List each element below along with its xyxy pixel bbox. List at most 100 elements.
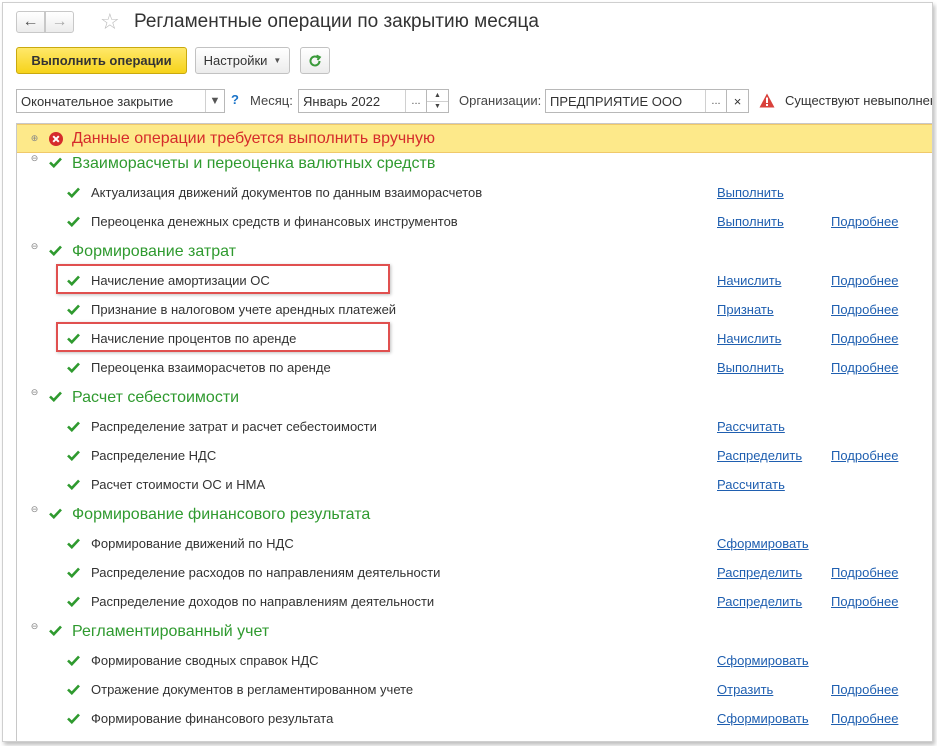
- checkmark-icon: [67, 684, 80, 695]
- error-circle-icon: [49, 132, 63, 146]
- checkmark-icon: [67, 304, 80, 315]
- operation-action-link[interactable]: Сформировать: [717, 653, 809, 668]
- forward-button[interactable]: →: [45, 11, 74, 33]
- main-window: ← → ☆ Регламентные операции по закрытию …: [2, 2, 933, 742]
- operation-label: Распределение доходов по направлениям де…: [91, 594, 435, 609]
- checkmark-icon: [49, 157, 62, 168]
- help-icon[interactable]: ?: [231, 92, 239, 107]
- group-label: Формирование финансового результата: [72, 506, 371, 523]
- checkmark-icon: [67, 450, 80, 461]
- operation-label: Распределение НДС: [91, 448, 217, 463]
- group-label: Регламентированный учет: [72, 623, 270, 640]
- operation-action-link[interactable]: Рассчитать: [717, 419, 785, 434]
- operation-row: Отражение документов в регламентированно…: [17, 682, 932, 711]
- operation-row: Переоценка денежных средств и финансовых…: [17, 214, 932, 243]
- dropdown-arrow-icon[interactable]: ▼: [205, 90, 224, 112]
- operation-action-link[interactable]: Начислить: [717, 273, 781, 288]
- arrow-left-icon: ←: [22, 13, 39, 30]
- operation-action-link[interactable]: Распределить: [717, 448, 802, 463]
- settings-button[interactable]: Настройки ▼: [195, 47, 290, 74]
- details-link[interactable]: Подробнее: [831, 273, 898, 288]
- operation-label: Переоценка взаиморасчетов по аренде: [91, 360, 331, 375]
- details-link[interactable]: Подробнее: [831, 331, 898, 346]
- checkmark-icon: [49, 245, 62, 256]
- operation-action-link[interactable]: Начислить: [717, 331, 781, 346]
- operation-action-link[interactable]: Рассчитать: [717, 477, 785, 492]
- operation-group[interactable]: ⊖ Регламентированный учет: [17, 622, 932, 652]
- details-link[interactable]: Подробнее: [831, 360, 898, 375]
- organization-field[interactable]: ПРЕДПРИЯТИЕ ООО ...: [545, 89, 727, 113]
- operation-action-link[interactable]: Сформировать: [717, 536, 809, 551]
- operation-group[interactable]: ⊖ Формирование финансового результата: [17, 505, 932, 535]
- closing-mode-select[interactable]: Окончательное закрытие ▼: [16, 89, 225, 113]
- checkmark-icon: [67, 567, 80, 578]
- operation-row: Формирование сводных справок НДС Сформиро…: [17, 653, 932, 682]
- details-link[interactable]: Подробнее: [831, 711, 898, 726]
- checkmark-icon: [67, 596, 80, 607]
- stepper-down-icon[interactable]: ▼: [427, 102, 448, 113]
- checkmark-icon: [49, 508, 62, 519]
- operation-group[interactable]: ⊖ Взаиморасчеты и переоценка валютных сре…: [17, 154, 932, 184]
- favorite-star-icon[interactable]: ☆: [100, 10, 120, 34]
- collapse-icon[interactable]: ⊖: [30, 242, 39, 251]
- details-link[interactable]: Подробнее: [831, 448, 898, 463]
- operation-row: Актуализация движений документов по данн…: [17, 185, 932, 214]
- month-field[interactable]: Январь 2022 ...: [298, 89, 427, 113]
- group-label: Формирование затрат: [72, 243, 237, 260]
- back-button[interactable]: ←: [16, 11, 45, 33]
- group-label: Данные операции требуется выполнить вруч…: [72, 130, 436, 147]
- organization-select-button[interactable]: ...: [705, 90, 726, 112]
- expand-icon[interactable]: ⊕: [30, 134, 39, 143]
- collapse-icon[interactable]: ⊖: [30, 505, 39, 514]
- refresh-button[interactable]: [300, 47, 330, 74]
- operation-action-link[interactable]: Выполнить: [717, 360, 784, 375]
- closing-mode-value: Окончательное закрытие: [21, 93, 174, 109]
- operation-action-link[interactable]: Отразить: [717, 682, 773, 697]
- title-bar: ← → ☆ Регламентные операции по закрытию …: [3, 3, 932, 43]
- stepper-up-icon[interactable]: ▲: [427, 90, 448, 102]
- checkmark-icon: [49, 625, 62, 636]
- refresh-icon: [309, 54, 322, 66]
- operation-action-link[interactable]: Распределить: [717, 594, 802, 609]
- month-stepper[interactable]: ▲ ▼: [427, 89, 449, 113]
- collapse-icon[interactable]: ⊖: [30, 622, 39, 631]
- group-label: Взаиморасчеты и переоценка валютных сред…: [72, 155, 436, 172]
- collapse-icon[interactable]: ⊖: [30, 154, 39, 163]
- checkmark-icon: [67, 713, 80, 724]
- checkmark-icon: [67, 187, 80, 198]
- operation-label: Переоценка денежных средств и финансовых…: [91, 214, 458, 229]
- operation-action-link[interactable]: Признать: [717, 302, 774, 317]
- operation-label: Распределение затрат и расчет себестоимо…: [91, 419, 377, 434]
- warning-message[interactable]: Существуют невыполнен: [785, 93, 932, 108]
- checkmark-icon: [49, 391, 62, 402]
- details-link[interactable]: Подробнее: [831, 594, 898, 609]
- details-link[interactable]: Подробнее: [831, 565, 898, 580]
- operation-label: Актуализация движений документов по данн…: [91, 185, 483, 200]
- month-value: Январь 2022: [303, 93, 381, 109]
- manual-operations-group[interactable]: ⊕ Данные операции требуется выполнить вр…: [17, 124, 932, 153]
- operation-action-link[interactable]: Сформировать: [717, 711, 809, 726]
- clear-icon: ×: [733, 93, 742, 109]
- operation-row: Формирование движений по НДС Сформировать: [17, 536, 932, 565]
- details-link[interactable]: Подробнее: [831, 214, 898, 229]
- operation-action-link[interactable]: Распределить: [717, 565, 802, 580]
- organization-clear-button[interactable]: ×: [727, 89, 749, 113]
- operation-group[interactable]: ⊖ Расчет себестоимости: [17, 388, 932, 418]
- operation-action-link[interactable]: Выполнить: [717, 214, 784, 229]
- warning-icon: [759, 93, 775, 108]
- operation-action-link[interactable]: Выполнить: [717, 185, 784, 200]
- settings-label: Настройки: [203, 53, 268, 68]
- operation-label: Формирование сводных справок НДС: [91, 653, 319, 668]
- operation-label: Формирование финансового результата: [91, 711, 334, 726]
- highlight-box: [56, 264, 390, 294]
- operation-row: Распределение затрат и расчет себестоимо…: [17, 419, 932, 448]
- run-operations-button[interactable]: Выполнить операции: [16, 47, 187, 74]
- month-select-button[interactable]: ...: [405, 90, 426, 112]
- details-link[interactable]: Подробнее: [831, 302, 898, 317]
- operation-label: Отражение документов в регламентированно…: [91, 682, 414, 697]
- collapse-icon[interactable]: ⊖: [30, 388, 39, 397]
- operation-label: Признание в налоговом учете арендных пла…: [91, 302, 397, 317]
- details-link[interactable]: Подробнее: [831, 682, 898, 697]
- operation-row: Распределение доходов по направлениям де…: [17, 594, 932, 623]
- checkmark-icon: [67, 421, 80, 432]
